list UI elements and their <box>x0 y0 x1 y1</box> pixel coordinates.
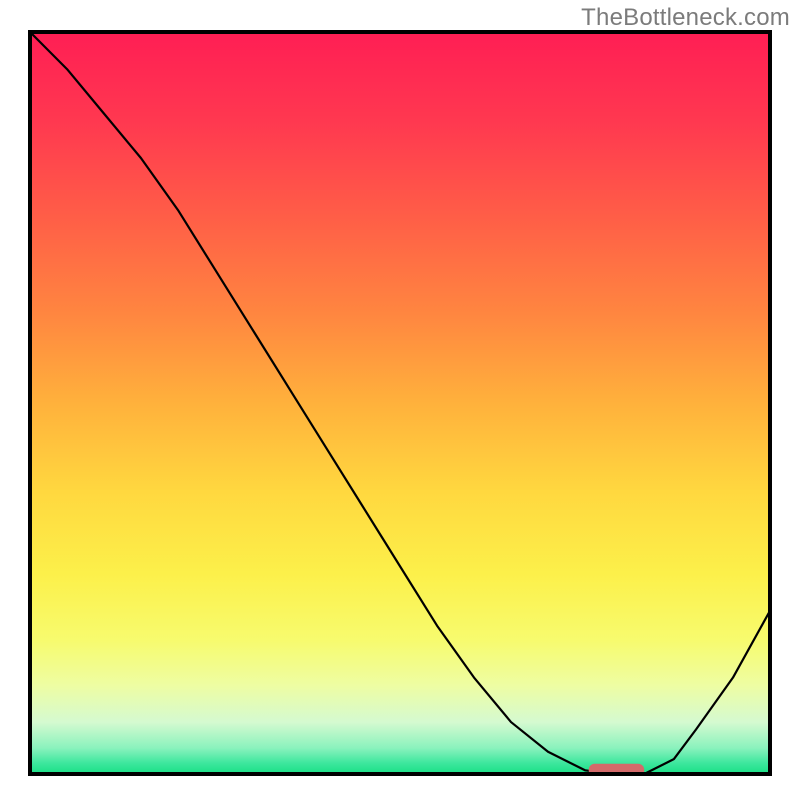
chart-svg <box>28 30 772 776</box>
chart-container: TheBottleneck.com <box>0 0 800 800</box>
plot-area <box>28 30 772 776</box>
gradient-panel <box>30 32 770 774</box>
watermark-label: TheBottleneck.com <box>581 4 790 32</box>
